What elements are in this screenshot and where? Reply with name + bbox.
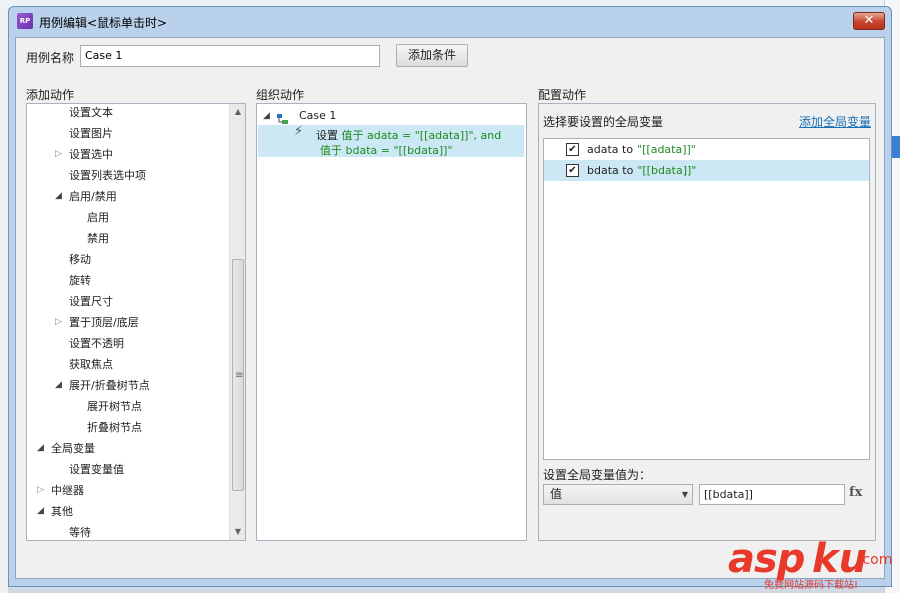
tree-item-label: 设置选中 [69,148,113,161]
action-prefix: 设置 [316,129,338,142]
tree-item-label: 等待 [69,526,91,539]
title-bar[interactable]: RP 用例编辑<鼠标单击时> ✕ [9,7,891,37]
tree-item-label: 设置不透明 [69,337,124,350]
background-left-strip [0,0,8,593]
expanded-triangle-icon[interactable]: ◢ [37,438,44,459]
tree-item-label: 全局变量 [51,442,95,455]
variable-text: bdata to "[[bdata]]" [587,160,696,181]
tree-item-label: 折叠树节点 [87,421,142,434]
add-action-scrollbar[interactable]: ▲ ≡ ▼ [229,104,245,540]
variable-name: bdata to [587,164,634,177]
scroll-down-arrow[interactable]: ▼ [230,524,245,540]
add-action-tree[interactable]: 设置文本设置图片 ▷ 设置选中设置列表选中项 ◢ 启用/禁用启用禁用移动旋转设置尺寸 ▷ 置… [26,103,246,541]
tree-item-label: 其他 [51,505,73,518]
select-global-variable-label: 选择要设置的全局变量 [543,115,664,129]
scroll-thumb[interactable]: ≡ [232,259,244,491]
dialog-client-area: 用例名称 Case 1 添加条件 添加动作 组织动作 配置动作 设置文本设置图片… [15,37,885,579]
variable-row[interactable]: ✔ bdata to "[[bdata]]" [544,160,869,181]
configure-action-panel: 选择要设置的全局变量 添加全局变量 ✔ adata to "[[adata]]" ✔ b… [538,103,876,541]
expanded-triangle-icon[interactable]: ◢ [55,186,62,207]
variable-checkbox[interactable]: ✔ [566,143,579,156]
window-title: 用例编辑<鼠标单击时> [39,16,168,30]
close-button[interactable]: ✕ [853,12,885,30]
tree-item-label: 展开/折叠树节点 [69,379,150,392]
configure-action-header: 配置动作 [538,88,587,102]
tree-item-label: 设置图片 [69,127,113,140]
tree-item-label: 旋转 [69,274,91,287]
tree-item-label: 展开树节点 [87,400,142,413]
case-editor-dialog: RP 用例编辑<鼠标单击时> ✕ 用例名称 Case 1 添加条件 添加动作 组… [8,6,892,587]
set-variable-action[interactable]: ⚡ 设置 值于 adata = "[[adata]]", and 值于 bdat… [258,124,524,157]
add-action-header: 添加动作 [26,88,75,102]
lightning-icon: ⚡ [294,124,304,139]
tree-item-label: 设置尺寸 [69,295,113,308]
tree-item-label: 启用/禁用 [69,190,117,203]
action-detail-2: 值于 bdata = "[[bdata]]" [320,144,453,157]
add-condition-button[interactable]: 添加条件 [396,44,468,67]
organize-action-header: 组织动作 [256,88,305,102]
value-type-selected: 值 [550,487,563,501]
collapsed-triangle-icon[interactable]: ▷ [55,144,62,165]
fx-button[interactable]: fx [849,485,862,500]
scroll-up-arrow[interactable]: ▲ [230,104,245,120]
tree-item-label: 获取焦点 [69,358,113,371]
expanded-triangle-icon[interactable]: ◢ [37,501,44,522]
value-type-select[interactable]: 值 ▼ [543,484,693,505]
add-global-variable-link[interactable]: 添加全局变量 [799,113,871,130]
axure-app-icon: RP [17,13,33,29]
action-detail-1: 值于 adata = "[[adata]]", and [341,129,502,142]
case-node-label: Case 1 [299,109,337,122]
scroll-grip-icon: ≡ [235,370,244,381]
action-line-1: 设置 值于 adata = "[[adata]]", and [316,127,501,143]
organize-action-panel[interactable]: ◢ Case 1 ⚡ 设置 值于 adata = "[[adata]]", an… [256,103,527,541]
watermark-tagline: 免费网站源码下载站! [764,580,859,591]
collapsed-triangle-icon[interactable]: ▷ [37,480,44,501]
case-name-input[interactable]: Case 1 [80,45,380,67]
variable-checkbox[interactable]: ✔ [566,164,579,177]
variable-value: "[[adata]]" [637,143,696,156]
tree-item-label: 置于顶层/底层 [69,316,139,329]
set-value-label: 设置全局变量值为： [543,468,652,482]
variable-value-input[interactable]: [[bdata]] [699,484,845,505]
chevron-down-icon: ▼ [681,490,688,499]
watermark-suffix: .com [858,552,893,568]
case-tree-icon [277,111,288,124]
collapsed-triangle-icon[interactable]: ▷ [55,312,62,333]
tree-item-label: 中继器 [51,484,84,497]
case-expander-icon[interactable]: ◢ [263,106,270,127]
expanded-triangle-icon[interactable]: ◢ [55,375,62,396]
tree-item-label: 启用 [87,211,109,224]
tree-item-label: 设置变量值 [69,463,124,476]
global-variable-list[interactable]: ✔ adata to "[[adata]]" ✔ bdata to "[[bdata]]" [543,138,870,460]
variable-row[interactable]: ✔ adata to "[[adata]]" [544,139,869,160]
variable-name: adata to [587,143,634,156]
tree-item-label: 移动 [69,253,91,266]
tree-item-label: 设置列表选中项 [69,169,146,182]
tree-item-label: 设置文本 [69,106,113,119]
variable-text: adata to "[[adata]]" [587,139,696,160]
variable-value: "[[bdata]]" [637,164,697,177]
tree-item-label: 禁用 [87,232,109,245]
case-name-label: 用例名称 [26,51,75,65]
case-node[interactable]: ◢ Case 1 [257,106,526,126]
watermark-logo: asp ku .com 免费网站源码下载站! [728,536,898,592]
